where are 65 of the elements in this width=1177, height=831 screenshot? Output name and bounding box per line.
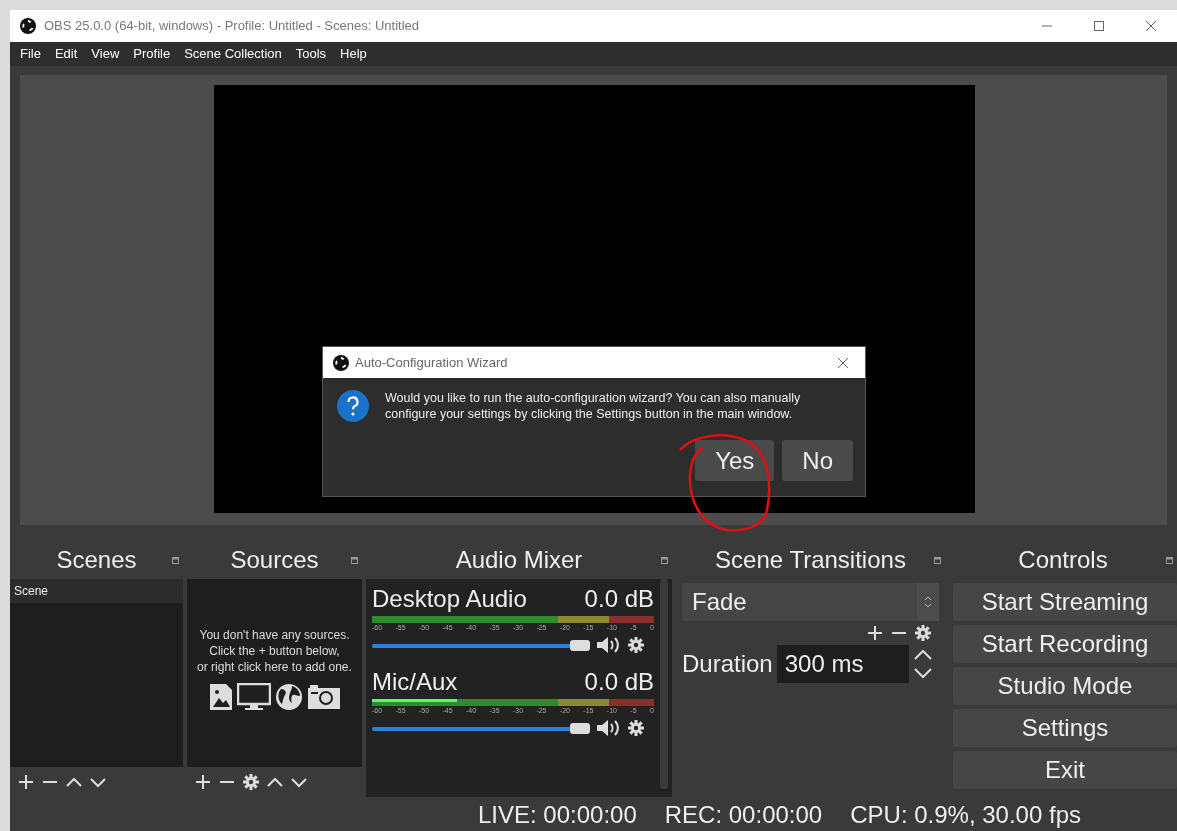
scene-item[interactable]: Scene xyxy=(10,579,183,603)
float-icon[interactable] xyxy=(351,557,358,564)
channel-reading: 0.0 dB xyxy=(584,585,654,613)
empty-hint: You don't have any sources. xyxy=(198,627,351,643)
menu-item[interactable]: Edit xyxy=(54,44,78,64)
speaker-icon[interactable] xyxy=(596,636,622,654)
float-icon[interactable] xyxy=(661,557,668,564)
status-text: CPU: 0.9%, 30.00 fps xyxy=(850,800,1081,830)
float-icon[interactable] xyxy=(1166,557,1173,564)
close-icon[interactable] xyxy=(1145,20,1157,32)
menu-item[interactable]: Profile xyxy=(133,44,171,64)
menu-item[interactable]: Tools xyxy=(295,44,327,64)
control-button[interactable]: Start Streaming xyxy=(953,583,1177,621)
globe-icon xyxy=(274,683,303,711)
question-icon xyxy=(337,390,369,422)
dialog-button[interactable]: No xyxy=(782,440,853,481)
dock-title: Scene Transitions xyxy=(715,545,906,575)
menu-item[interactable]: View xyxy=(91,44,120,64)
dialog-title: Auto-Configuration Wizard xyxy=(355,353,509,372)
image-icon xyxy=(208,683,233,711)
channel-name: Desktop Audio xyxy=(372,585,527,613)
transition-select[interactable]: Fade xyxy=(682,583,939,621)
menu-item[interactable]: Help xyxy=(340,44,367,64)
status-text: LIVE: 00:00:00 xyxy=(477,800,637,830)
dock-title: Scenes xyxy=(56,545,137,575)
dock-title: Sources xyxy=(230,545,319,575)
add-icon[interactable] xyxy=(18,774,34,790)
monitor-icon xyxy=(236,683,271,711)
channel-reading: 0.0 dB xyxy=(584,668,654,696)
settings-icon[interactable] xyxy=(243,774,259,790)
camera-icon xyxy=(306,683,341,711)
status-text: REC: 00:00:00 xyxy=(664,800,823,830)
float-icon[interactable] xyxy=(934,557,941,564)
dialog-message: Would you like to run the auto-configuration wizard? You can also manually configure your settings by clicking the Settings button in the main window. xyxy=(385,390,802,422)
logo-icon xyxy=(20,18,36,34)
updown-icon xyxy=(924,596,932,608)
logo-icon xyxy=(333,354,349,371)
close-icon[interactable] xyxy=(837,356,849,369)
window-title: OBS 25.0.0 (64-bit, windows) - Profile: Untitled - Scenes: Untitled xyxy=(44,17,420,36)
settings-icon[interactable] xyxy=(628,637,644,653)
empty-hint: Click the + button below, xyxy=(208,643,341,659)
menu-item[interactable]: File xyxy=(20,44,41,64)
menu-item[interactable]: Scene Collection xyxy=(184,44,282,64)
control-button[interactable]: Exit xyxy=(953,751,1177,789)
add-icon[interactable] xyxy=(195,774,211,790)
spinner-icon[interactable] xyxy=(912,647,933,681)
empty-hint: or right click here to add one. xyxy=(196,659,353,675)
duration-field[interactable]: 300 ms xyxy=(776,645,909,683)
duration-label: Duration xyxy=(682,649,773,679)
channel-name: Mic/Aux xyxy=(372,668,458,696)
control-button[interactable]: Studio Mode xyxy=(953,667,1177,705)
settings-icon[interactable] xyxy=(628,720,644,736)
settings-icon[interactable] xyxy=(915,625,931,641)
dock-title: Audio Mixer xyxy=(455,545,583,575)
float-icon[interactable] xyxy=(172,557,179,564)
dock-title: Controls xyxy=(1018,545,1108,575)
speaker-icon[interactable] xyxy=(596,719,622,737)
control-button[interactable]: Settings xyxy=(953,709,1177,747)
control-button[interactable]: Start Recording xyxy=(953,625,1177,663)
dialog-button[interactable]: Yes xyxy=(695,440,775,481)
add-icon[interactable] xyxy=(867,625,883,641)
volume-slider[interactable] xyxy=(372,722,590,734)
maximize-icon[interactable] xyxy=(1093,20,1105,32)
volume-slider[interactable] xyxy=(372,639,590,651)
scrollbar[interactable] xyxy=(660,579,668,789)
